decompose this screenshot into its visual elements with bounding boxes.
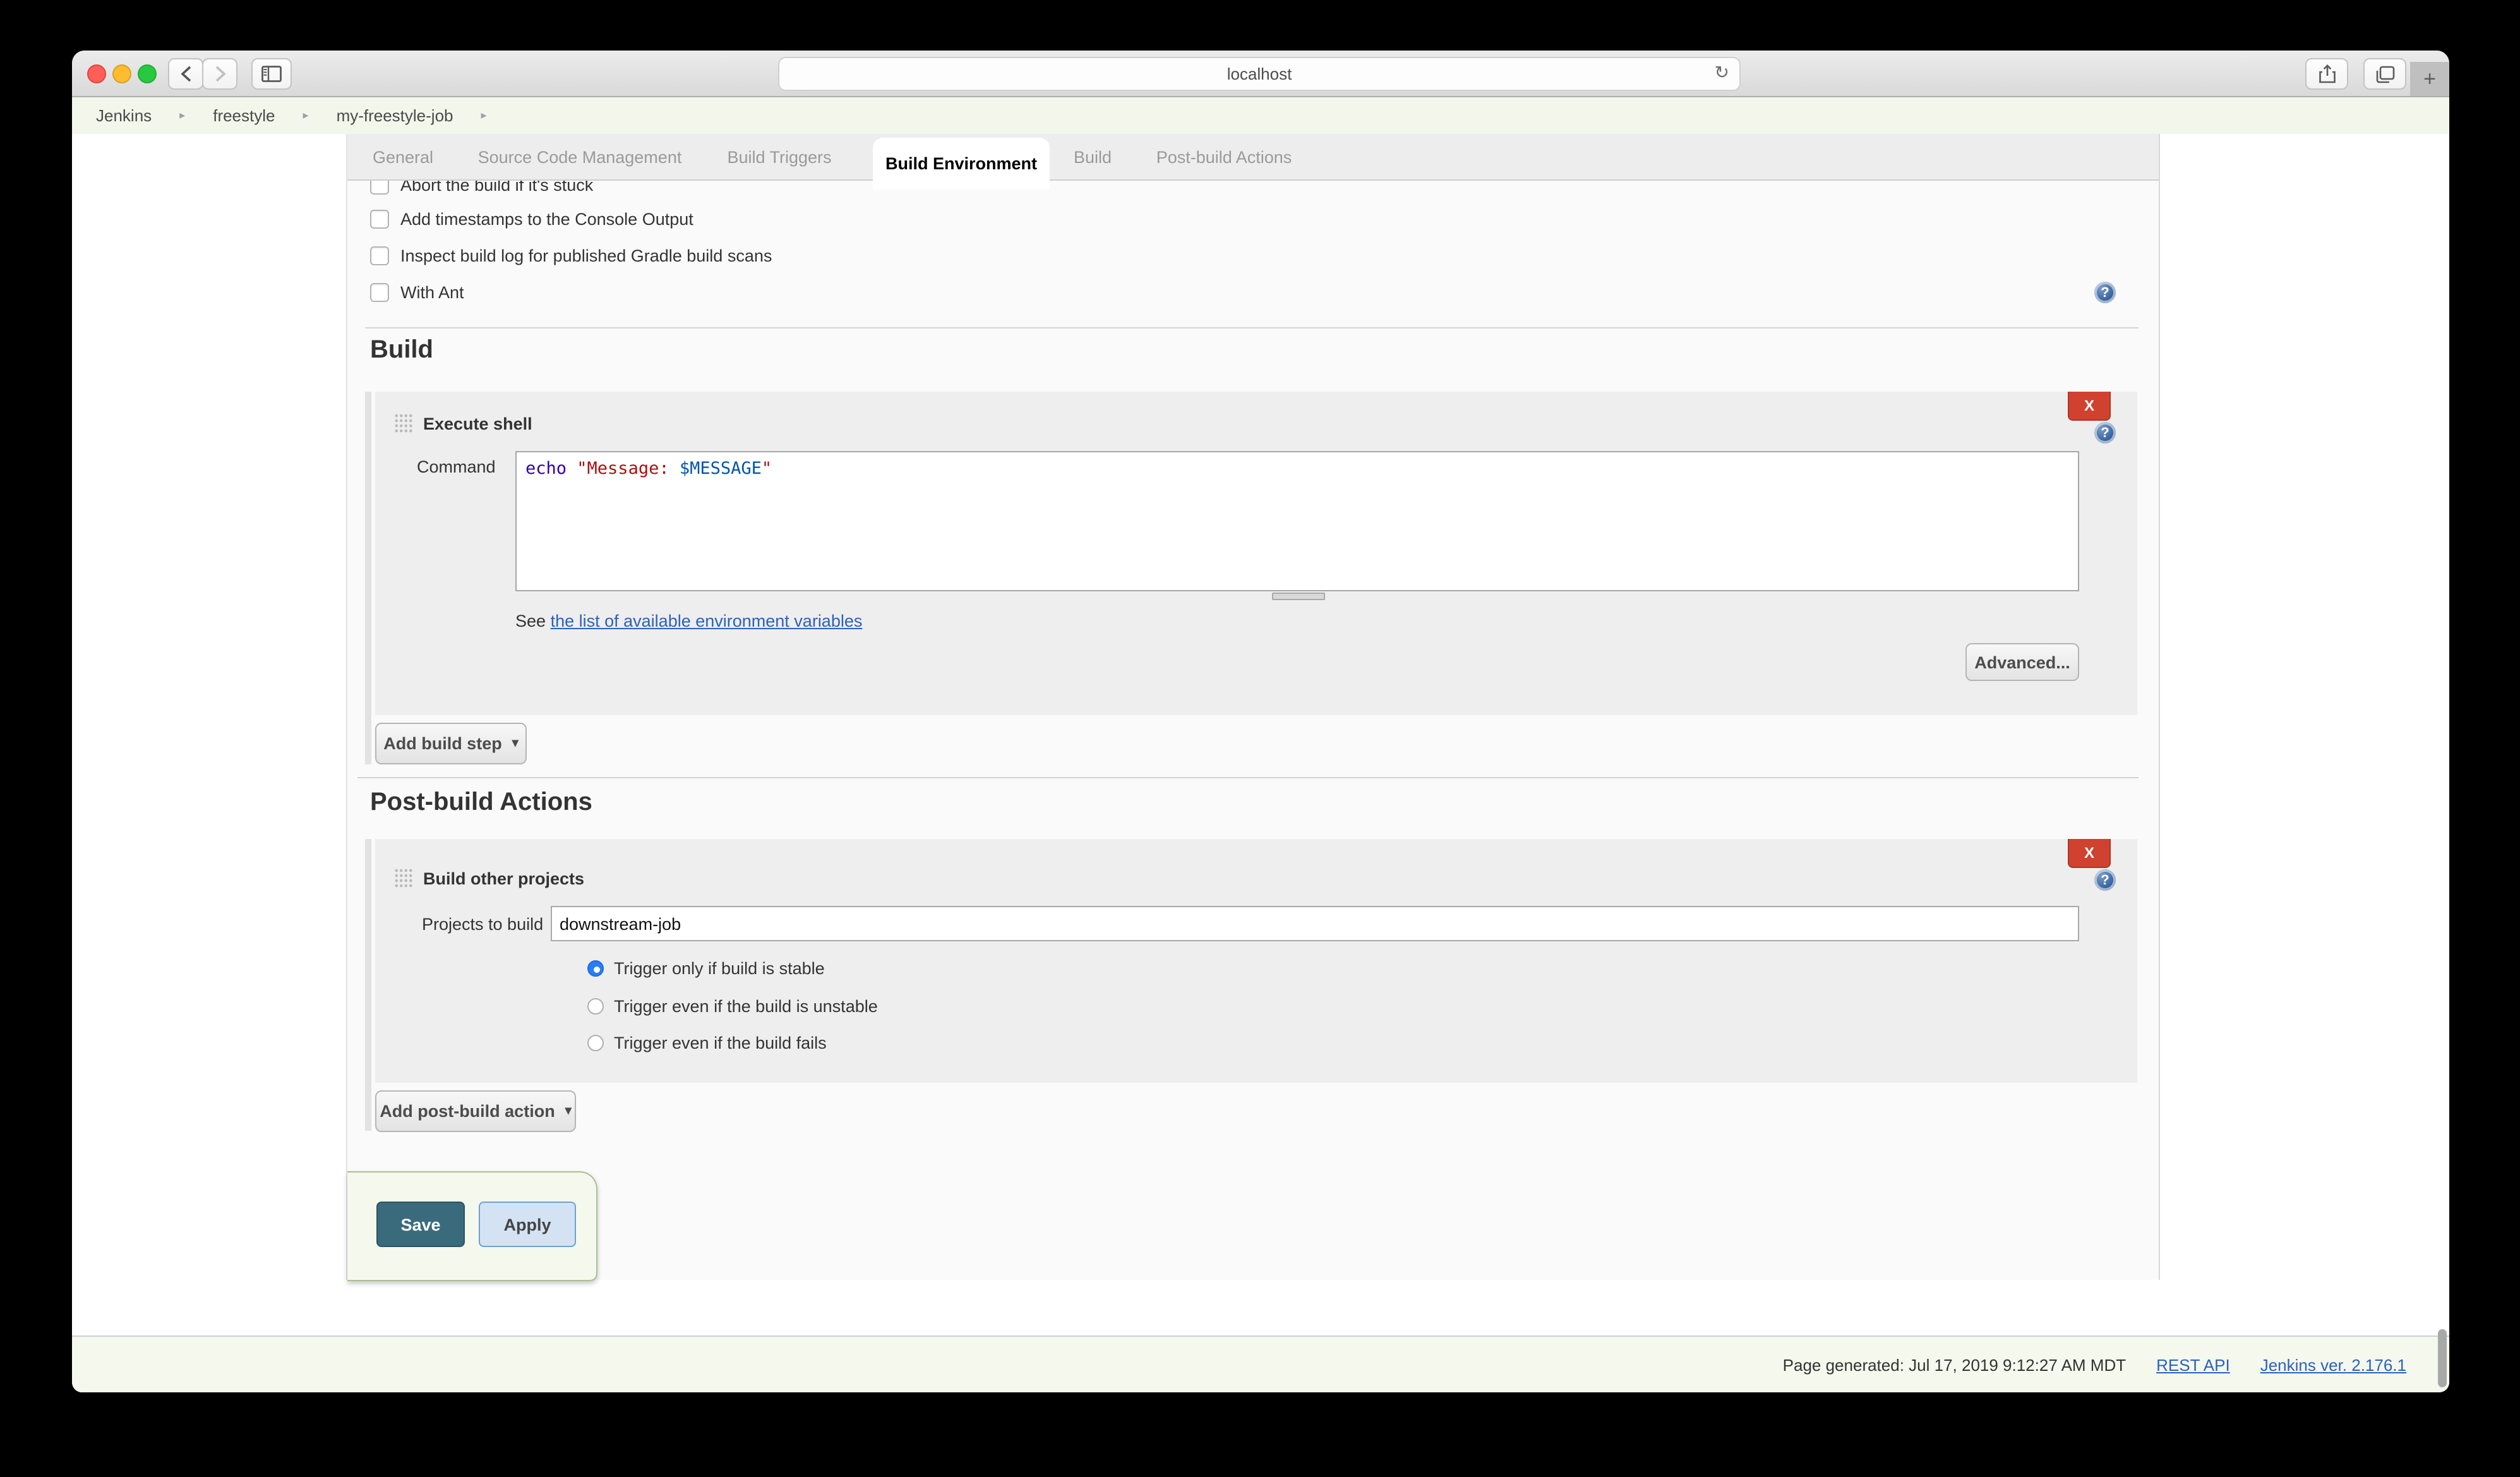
- trigger-unstable-radio[interactable]: [587, 998, 604, 1015]
- section-divider: [365, 327, 2139, 329]
- radio-row: Trigger even if the build fails: [587, 1034, 827, 1052]
- build-step-drag-strip: [365, 392, 371, 764]
- post-build-section-heading: Post-build Actions: [370, 788, 592, 817]
- command-label: Command: [417, 457, 496, 476]
- inspect-build-log-checkbox[interactable]: [370, 246, 389, 265]
- post-build-action-title: Build other projects: [423, 869, 584, 888]
- share-icon: [2319, 64, 2335, 83]
- tabs-overview-icon: [2375, 65, 2394, 83]
- caret-down-icon: ▾: [512, 737, 519, 751]
- env-vars-hint: See the list of available environment va…: [515, 612, 862, 630]
- breadcrumb-jenkins[interactable]: Jenkins: [96, 106, 152, 125]
- help-icon[interactable]: ?: [2094, 422, 2116, 443]
- screenshot-stage: localhost ↻ + Jenkins: [0, 0, 2520, 1477]
- trigger-fails-radio[interactable]: [587, 1035, 604, 1051]
- breadcrumb: Jenkins ▸ freestyle ▸ my-freestyle-job ▸: [72, 97, 2449, 135]
- new-tab-button[interactable]: +: [2410, 62, 2449, 96]
- vertical-scrollbar[interactable]: [2438, 1329, 2447, 1387]
- projects-to-build-input[interactable]: [551, 906, 2079, 941]
- help-icon[interactable]: ?: [2094, 282, 2116, 303]
- drag-handle-icon[interactable]: [394, 413, 413, 433]
- radio-row: Trigger only if build is stable: [587, 959, 825, 978]
- share-button[interactable]: [2305, 58, 2348, 90]
- breadcrumb-separator-icon: ▸: [179, 109, 185, 123]
- tab-build-environment[interactable]: Build Environment: [873, 138, 1050, 190]
- add-build-step-button[interactable]: Add build step ▾: [375, 723, 527, 764]
- post-build-action-panel: Build other projects X ? Projects to bui…: [375, 839, 2137, 1083]
- chevron-left-icon: [180, 66, 191, 82]
- page-footer: Page generated: Jul 17, 2019 9:12:27 AM …: [72, 1335, 2449, 1392]
- add-post-build-action-button[interactable]: Add post-build action ▾: [375, 1090, 576, 1132]
- forward-button[interactable]: [202, 58, 237, 90]
- apply-button[interactable]: Apply: [479, 1202, 576, 1247]
- browser-window: localhost ↻ + Jenkins: [72, 51, 2449, 1392]
- advanced-button[interactable]: Advanced...: [1965, 643, 2079, 681]
- rest-api-link[interactable]: REST API: [2156, 1356, 2230, 1375]
- reload-icon[interactable]: ↻: [1715, 62, 1729, 83]
- trigger-stable-radio[interactable]: [587, 960, 604, 977]
- tab-build-triggers[interactable]: Build Triggers: [727, 134, 831, 179]
- delete-build-step-button[interactable]: X: [2068, 392, 2111, 421]
- sidebar-icon: [261, 66, 282, 82]
- radio-label: Trigger even if the build is unstable: [614, 997, 878, 1016]
- add-timestamps-checkbox[interactable]: [370, 210, 389, 229]
- command-editor[interactable]: echo "Message: $MESSAGE": [515, 451, 2079, 591]
- help-icon[interactable]: ?: [2094, 869, 2116, 891]
- code-token: "Message:: [567, 459, 680, 479]
- browser-toolbar: localhost ↻ +: [72, 51, 2449, 97]
- save-bar: Save Apply: [347, 1171, 597, 1281]
- add-build-step-label: Add build step: [383, 734, 502, 753]
- address-bar[interactable]: localhost ↻: [778, 57, 1741, 91]
- tab-general[interactable]: General: [373, 134, 433, 179]
- config-form: General Source Code Management Build Tri…: [346, 134, 2160, 1280]
- checkbox-label: Inspect build log for published Gradle b…: [400, 246, 772, 265]
- plus-icon: +: [2423, 66, 2436, 92]
- tab-overview-button[interactable]: [2363, 58, 2406, 90]
- checkbox-row: Inspect build log for published Gradle b…: [370, 246, 772, 265]
- address-bar-url: localhost: [1227, 64, 1292, 83]
- zoom-window-button[interactable]: [138, 64, 157, 83]
- tab-build[interactable]: Build: [1074, 134, 1112, 179]
- breadcrumb-job[interactable]: my-freestyle-job: [337, 106, 453, 125]
- radio-row: Trigger even if the build is unstable: [587, 997, 878, 1016]
- radio-label: Trigger even if the build fails: [614, 1034, 827, 1052]
- caret-down-icon: ▾: [565, 1104, 572, 1118]
- delete-post-build-action-button[interactable]: X: [2068, 839, 2111, 868]
- jenkins-version-link[interactable]: Jenkins ver. 2.176.1: [2260, 1356, 2406, 1375]
- page-generated-text: Page generated: Jul 17, 2019 9:12:27 AM …: [1783, 1356, 2126, 1375]
- checkbox-label: With Ant: [400, 283, 464, 302]
- config-tab-bar: General Source Code Management Build Tri…: [347, 134, 2159, 181]
- chevron-right-icon: [214, 66, 225, 82]
- post-build-drag-strip: [365, 839, 371, 1131]
- with-ant-checkbox[interactable]: [370, 283, 389, 302]
- code-token: $MESSAGE: [680, 459, 762, 479]
- close-window-button[interactable]: [87, 64, 106, 83]
- sidebar-toggle-button[interactable]: [251, 58, 292, 90]
- add-post-build-action-label: Add post-build action: [380, 1102, 555, 1121]
- build-section-heading: Build: [370, 336, 433, 365]
- tab-source-code-management[interactable]: Source Code Management: [478, 134, 682, 179]
- checkbox-label: Add timestamps to the Console Output: [400, 210, 693, 229]
- page-content: General Source Code Management Build Tri…: [72, 134, 2449, 1335]
- minimize-window-button[interactable]: [112, 64, 131, 83]
- tab-post-build-actions[interactable]: Post-build Actions: [1156, 134, 1292, 179]
- see-prefix: See: [515, 612, 546, 630]
- breadcrumb-separator-icon: ▸: [481, 109, 487, 123]
- checkbox-row: Add timestamps to the Console Output: [370, 210, 693, 229]
- resize-handle[interactable]: [1272, 593, 1325, 600]
- env-vars-link[interactable]: the list of available environment variab…: [551, 612, 863, 630]
- breadcrumb-separator-icon: ▸: [303, 109, 309, 123]
- section-divider: [357, 777, 2139, 778]
- radio-label: Trigger only if build is stable: [614, 959, 825, 978]
- projects-to-build-label: Projects to build: [422, 915, 543, 934]
- breadcrumb-folder[interactable]: freestyle: [213, 106, 275, 125]
- save-button[interactable]: Save: [376, 1202, 465, 1247]
- code-token: echo: [525, 459, 567, 479]
- drag-handle-icon[interactable]: [394, 868, 413, 888]
- checkbox-row: With Ant: [370, 283, 464, 302]
- code-token: ": [762, 459, 772, 479]
- build-step-panel: Execute shell X ? Command echo "Message:…: [375, 392, 2137, 715]
- back-button[interactable]: [168, 58, 203, 90]
- build-step-title: Execute shell: [423, 414, 532, 433]
